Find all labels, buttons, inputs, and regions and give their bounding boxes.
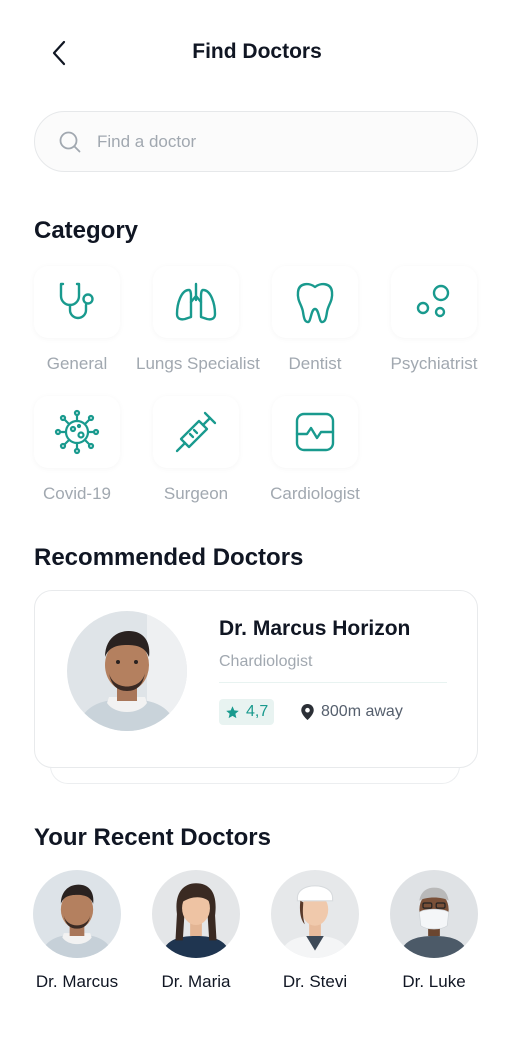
- doctor-name: Dr. Marcus Horizon: [219, 617, 411, 640]
- stethoscope-icon: [59, 282, 94, 320]
- category-label: Psychiatrist: [390, 354, 478, 373]
- virus-icon: [54, 409, 100, 455]
- category-label: General: [46, 354, 108, 373]
- category-dentist[interactable]: Dentist: [255, 266, 375, 374]
- category-lungs-specialist[interactable]: Lungs Specialist: [136, 266, 260, 374]
- category-surgeon[interactable]: Surgeon: [136, 396, 256, 504]
- rating-value: 4,7: [246, 703, 269, 720]
- category-tile: [153, 266, 239, 338]
- category-cardiologist[interactable]: Cardiologist: [255, 396, 375, 504]
- category-label: Surgeon: [163, 484, 229, 503]
- page-title: Find Doctors: [192, 40, 322, 63]
- recent-doctor-item[interactable]: Dr. Maria: [136, 870, 256, 992]
- avatar: [152, 870, 240, 958]
- distance-value: 800m away: [321, 703, 403, 720]
- tooth-icon: [296, 282, 334, 324]
- search-input[interactable]: [97, 131, 437, 152]
- category-tile: [153, 396, 239, 468]
- recent-doctor-name: Dr. Maria: [161, 972, 231, 991]
- category-covid-19[interactable]: Covid-19: [17, 396, 137, 504]
- category-label: Covid-19: [42, 484, 112, 503]
- avatar: [67, 611, 187, 731]
- category-tile: [391, 266, 477, 338]
- divider: [219, 682, 447, 683]
- doctor-specialty: Chardiologist: [219, 653, 313, 670]
- recommended-title: Recommended Doctors: [34, 544, 304, 571]
- star-icon: [226, 705, 239, 718]
- heart-monitor-icon: [295, 412, 335, 452]
- recent-doctor-item[interactable]: Dr. Stevi: [255, 870, 375, 992]
- recent-doctor-name: Dr. Luke: [402, 972, 466, 991]
- category-tile: [272, 396, 358, 468]
- lungs-icon: [175, 282, 217, 321]
- category-tile: [34, 396, 120, 468]
- avatar: [33, 870, 121, 958]
- recent-doctor-item[interactable]: Dr. Luke: [374, 870, 494, 992]
- recent-doctor-name: Dr. Stevi: [282, 972, 348, 991]
- syringe-icon: [175, 411, 217, 453]
- category-tile: [34, 266, 120, 338]
- category-label: Cardiologist: [270, 484, 360, 503]
- category-general[interactable]: General: [17, 266, 137, 374]
- recent-title: Your Recent Doctors: [34, 824, 271, 851]
- category-label: Lungs Specialist: [136, 354, 260, 373]
- category-title: Category: [34, 217, 139, 244]
- rating-badge: 4,7: [219, 699, 275, 725]
- distance: 800m away: [301, 703, 403, 721]
- search-bar[interactable]: [34, 111, 478, 172]
- avatar: [390, 870, 478, 958]
- bubbles-icon: [416, 284, 450, 318]
- header: Find Doctors: [0, 28, 508, 76]
- category-psychiatrist[interactable]: Psychiatrist: [374, 266, 494, 374]
- recommended-doctor-card[interactable]: Dr. Marcus Horizon Chardiologist 4,7 800…: [34, 590, 478, 768]
- search-icon: [59, 131, 81, 152]
- recent-doctor-name: Dr. Marcus: [35, 972, 119, 991]
- avatar: [271, 870, 359, 958]
- recent-doctor-item[interactable]: Dr. Marcus: [17, 870, 137, 992]
- category-label: Dentist: [288, 354, 342, 373]
- category-tile: [272, 266, 358, 338]
- location-pin-icon: [301, 704, 314, 720]
